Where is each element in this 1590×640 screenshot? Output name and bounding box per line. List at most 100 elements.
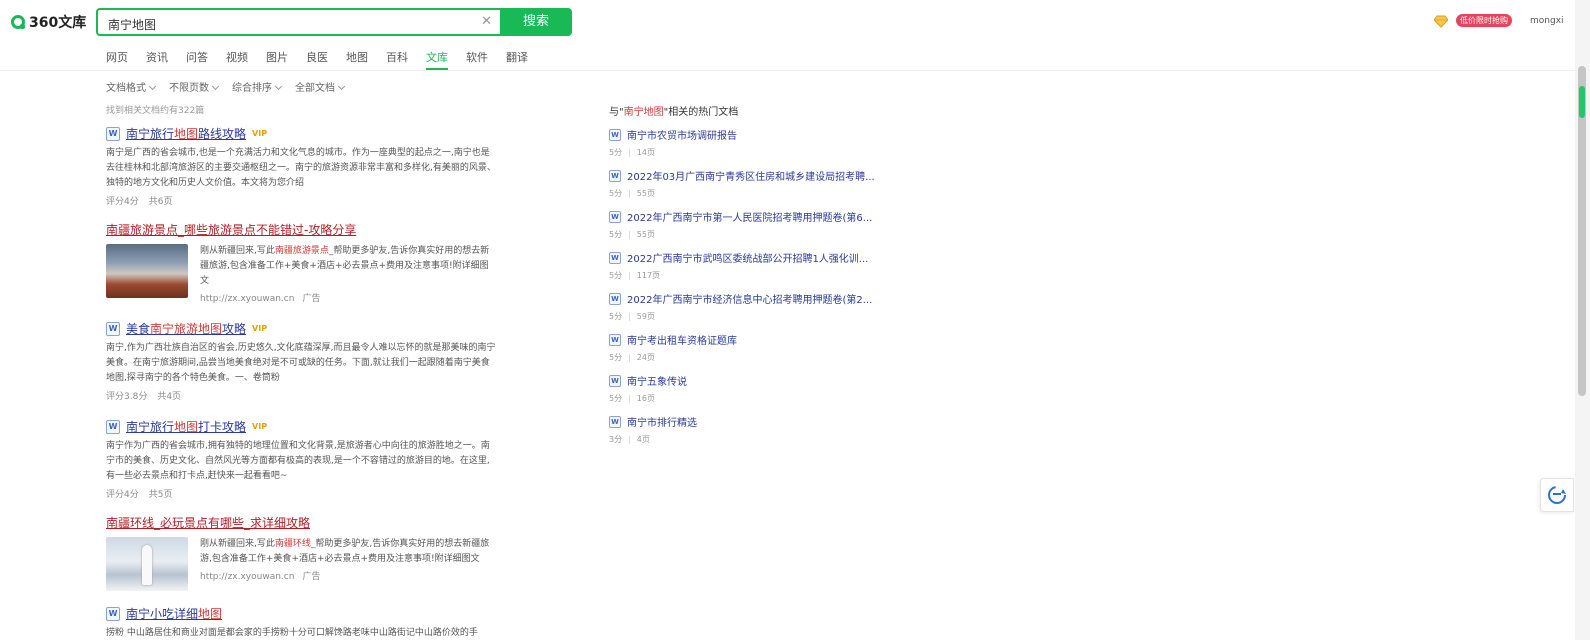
tab-baike[interactable]: 百科 <box>386 49 408 65</box>
word-doc-icon: W <box>106 419 120 434</box>
filter-pages[interactable]: 不限页数 <box>169 79 220 94</box>
word-doc-icon: W <box>106 321 120 336</box>
ad-title[interactable]: 南疆环线_必玩景点有哪些_求详细攻略 <box>106 514 496 531</box>
related-doc-item[interactable]: W 2022年广西南宁市第一人民医院招考聘用押题卷(第6... 5分 | 55页 <box>609 209 879 240</box>
related-doc-pages: 4页 <box>636 435 650 444</box>
diamond-icon[interactable] <box>1434 14 1448 28</box>
ad-highlight: 南疆环线 <box>274 539 311 549</box>
tab-web[interactable]: 网页 <box>106 49 128 65</box>
filter-sort[interactable]: 综合排序 <box>232 79 283 94</box>
title-text: "相关的热门文档 <box>663 107 739 118</box>
related-doc-item[interactable]: W 南宁五象传说 5分 | 16页 <box>609 373 879 404</box>
related-doc-title[interactable]: 2022年广西南宁市经济信息中心招考聘用押题卷(第2... <box>627 291 872 306</box>
divider: | <box>628 271 631 280</box>
related-doc-pages: 14页 <box>636 148 655 157</box>
word-doc-icon: W <box>609 251 621 264</box>
divider: | <box>628 230 631 239</box>
tab-images[interactable]: 图片 <box>266 49 288 65</box>
related-doc-item[interactable]: W 2022年03月广西南宁青秀区住房和城乡建设局招考聘... 5分 | 55页 <box>609 168 879 199</box>
related-doc-item[interactable]: W 2022广西南宁市武鸣区委统战部公开招聘1人强化训... 5分 | 117页 <box>609 250 879 281</box>
result-title[interactable]: 南宁旅行地图路线攻略 <box>126 125 246 142</box>
related-doc-item[interactable]: W 南宁市排行精选 3分 | 4页 <box>609 414 879 445</box>
search-result: W 南宁旅行地图路线攻略 VIP 南宁是广西的省会城市,也是一个充满活力和文化气… <box>106 125 496 207</box>
ad-thumbnail[interactable] <box>106 244 188 298</box>
tab-news[interactable]: 资讯 <box>146 49 168 65</box>
title-text: 路线攻略 <box>198 127 247 141</box>
ad-label: 广告 <box>302 294 321 304</box>
logo-text: 360文库 <box>29 15 87 31</box>
ad-label: 广告 <box>302 572 321 582</box>
word-doc-icon: W <box>609 292 621 305</box>
related-doc-title[interactable]: 2022年广西南宁市第一人民医院招考聘用押题卷(第6... <box>627 209 872 224</box>
username[interactable]: mongxi <box>1530 16 1564 26</box>
result-title[interactable]: 南宁小吃详细地图 <box>126 605 222 622</box>
result-description: 南宁作为广西的省会城市,拥有独特的地理位置和文化背景,是旅游者心中向往的旅游胜地… <box>106 441 490 481</box>
result-pages: 共5页 <box>148 490 173 500</box>
tab-software[interactable]: 软件 <box>466 49 488 65</box>
chevron-down-icon <box>337 82 346 91</box>
divider: | <box>628 353 631 362</box>
divider: | <box>628 394 631 403</box>
related-doc-title[interactable]: 南宁五象传说 <box>627 373 687 388</box>
title-highlight: 南宁地图 <box>623 107 664 118</box>
related-doc-title[interactable]: 2022广西南宁市武鸣区委统战部公开招聘1人强化训... <box>627 250 868 265</box>
related-doc-title[interactable]: 南宁市排行精选 <box>627 414 697 429</box>
title-text: 与" <box>609 107 624 118</box>
title-text: 打卡攻略 <box>198 420 247 434</box>
ad-thumbnail[interactable] <box>106 537 188 591</box>
logo[interactable]: 360文库 <box>11 12 86 32</box>
result-score: 评分4分 <box>106 490 139 500</box>
title-text: 攻略 <box>222 322 247 336</box>
related-doc-title[interactable]: 南宁市农贸市场调研报告 <box>627 127 737 142</box>
title-highlight: 地图 <box>174 127 199 141</box>
tab-map[interactable]: 地图 <box>346 49 368 65</box>
filter-doc-type[interactable]: 全部文档 <box>295 79 346 94</box>
related-doc-item[interactable]: W 南宁考出租车资格证题库 5分 | 24页 <box>609 332 879 363</box>
related-doc-title[interactable]: 南宁考出租车资格证题库 <box>627 332 737 347</box>
refresh-icon <box>1548 486 1566 504</box>
title-text: 南宁小吃详细 <box>126 607 199 621</box>
nav-tabs: 网页 资讯 问答 视频 图片 良医 地图 百科 文库 软件 翻译 <box>106 49 546 70</box>
logo-icon <box>11 15 25 29</box>
related-doc-score: 5分 <box>609 189 623 198</box>
title-highlight: 地图 <box>198 607 223 621</box>
title-text: 美食 <box>126 322 151 336</box>
tab-wenku[interactable]: 文库 <box>426 49 448 70</box>
filter-label: 文档格式 <box>106 83 146 94</box>
related-doc-score: 5分 <box>609 230 623 239</box>
filter-doc-format[interactable]: 文档格式 <box>106 79 157 94</box>
tab-video[interactable]: 视频 <box>226 49 248 65</box>
related-doc-item[interactable]: W 南宁市农贸市场调研报告 5分 | 14页 <box>609 127 879 158</box>
promo-badge[interactable]: 低价限时抢购 <box>1456 14 1512 27</box>
word-doc-icon: W <box>609 374 621 387</box>
result-count: 找到相关文档约有322篇 <box>106 106 205 116</box>
search-result: W 南宁小吃详细地图 捞粉 中山路居住和商业对面是都会家的手捞粉十分可口解馋路老… <box>106 605 496 640</box>
title-text: 南宁旅行 <box>126 420 175 434</box>
filter-bar: 文档格式 不限页数 综合排序 全部文档 <box>106 79 358 94</box>
tab-doctor[interactable]: 良医 <box>306 49 328 65</box>
search-button[interactable]: 搜索 <box>500 8 572 36</box>
tab-qa[interactable]: 问答 <box>186 49 208 65</box>
related-doc-pages: 55页 <box>636 189 655 198</box>
search-input[interactable] <box>106 13 470 35</box>
vip-badge: VIP <box>252 422 268 431</box>
ad-url[interactable]: http://zx.xyouwan.cn <box>200 294 294 304</box>
tab-translate[interactable]: 翻译 <box>506 49 528 65</box>
related-doc-pages: 24页 <box>636 353 655 362</box>
result-title[interactable]: 美食南宁旅游地图攻略 <box>126 320 246 337</box>
float-service-button[interactable] <box>1540 478 1574 512</box>
ad-url[interactable]: http://zx.xyouwan.cn <box>200 572 294 582</box>
close-icon[interactable]: ✕ <box>481 14 492 29</box>
related-doc-score: 5分 <box>609 312 623 321</box>
related-doc-item[interactable]: W 2022年广西南宁市经济信息中心招考聘用押题卷(第2... 5分 | 59页 <box>609 291 879 322</box>
result-title[interactable]: 南宁旅行地图打卡攻略 <box>126 418 246 435</box>
search-result: W 美食南宁旅游地图攻略 VIP 南宁,作为广西壮族自治区的省会,历史悠久,文化… <box>106 320 496 402</box>
divider: | <box>628 435 631 444</box>
related-doc-pages: 16页 <box>636 394 655 403</box>
result-score: 评分3.8分 <box>106 392 148 402</box>
result-description: 南宁是广西的省会城市,也是一个充满活力和文化气息的城市。作为一座典型的起点之一,… <box>106 148 496 188</box>
related-doc-title[interactable]: 2022年03月广西南宁青秀区住房和城乡建设局招考聘... <box>627 168 875 183</box>
ad-text: 刚从新疆回来,写此 <box>200 539 275 549</box>
ad-title[interactable]: 南疆旅游景点_哪些旅游景点不能错过-攻略分享 <box>106 221 496 238</box>
scrollbar[interactable] <box>1575 0 1590 640</box>
